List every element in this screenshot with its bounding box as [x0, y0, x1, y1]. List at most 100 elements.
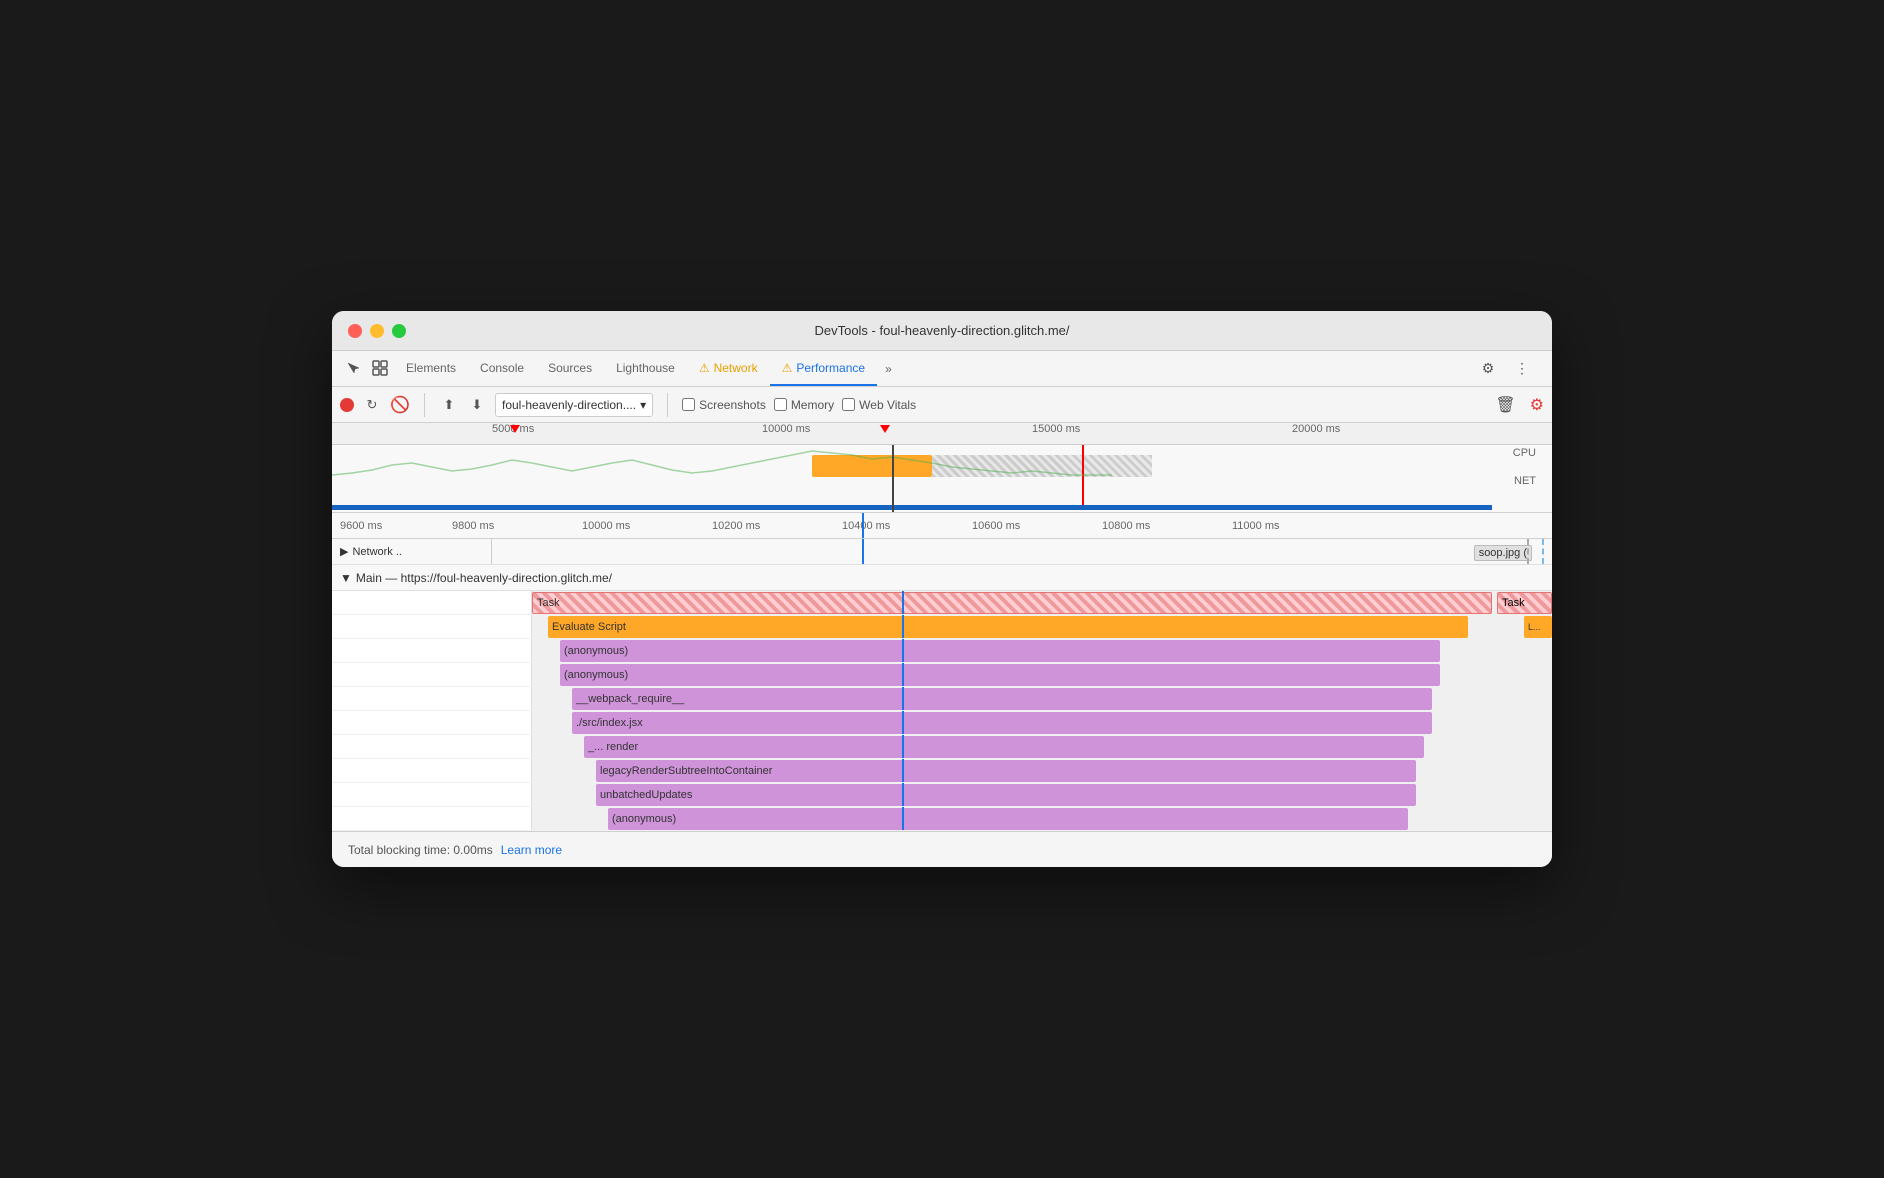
tab-console[interactable]: Console [468, 351, 536, 386]
learn-more-link[interactable]: Learn more [501, 843, 562, 857]
flame-track-evaluate: Evaluate Script L... [532, 615, 1552, 638]
flame-block-evaluate[interactable]: Evaluate Script [548, 616, 1468, 638]
memory-checkbox[interactable] [774, 398, 787, 411]
dashed-2 [1542, 539, 1544, 564]
render-label: _... render [588, 741, 638, 753]
url-select[interactable]: foul-heavenly-direction.... ▾ [495, 393, 653, 417]
unbatched-label: unbatchedUpdates [600, 789, 692, 801]
timeline-overview[interactable]: 5000 ms 10000 ms 15000 ms 20000 ms CPU N… [332, 423, 1552, 513]
flame-row-task[interactable]: Task Task [332, 591, 1552, 615]
tab-lighthouse-label: Lighthouse [616, 361, 675, 375]
flame-label-unbatched [332, 783, 532, 806]
cursor-icon [346, 361, 360, 375]
url-select-chevron-icon: ▾ [640, 398, 646, 412]
flame-label-anon-3 [332, 807, 532, 830]
ruler-mark-15000: 15000 ms [1032, 423, 1080, 435]
titlebar: DevTools - foul-heavenly-direction.glitc… [332, 311, 1552, 351]
minimize-button[interactable] [370, 324, 384, 338]
flame-block-legacy[interactable]: legacyRenderSubtreeIntoContainer [596, 760, 1416, 782]
flame-block-render[interactable]: _... render [584, 736, 1424, 758]
screenshots-label: Screenshots [699, 398, 766, 412]
main-section-toggle[interactable]: ▼ [340, 571, 352, 585]
close-button[interactable] [348, 324, 362, 338]
download-button[interactable]: ⬇ [467, 395, 487, 415]
memory-checkbox-group[interactable]: Memory [774, 398, 834, 412]
tab-more-button[interactable]: » [877, 351, 900, 386]
tab-performance-warning-icon: ⚠ [782, 361, 793, 375]
main-section-label: Main — https://foul-heavenly-direction.g… [356, 571, 612, 585]
dashed-1 [1527, 539, 1529, 564]
ruler-9600: 9600 ms [332, 520, 382, 532]
settings-button[interactable]: ⚙ [1474, 355, 1502, 383]
flame-row-webpack[interactable]: __webpack_require__ [332, 687, 1552, 711]
flame-track-src: ./src/index.jsx [532, 711, 1552, 734]
flame-block-evaluate-mini[interactable]: L... [1524, 616, 1552, 638]
more-options-button[interactable]: ⋮ [1508, 355, 1536, 383]
evaluate-mini-label: L... [1528, 622, 1541, 632]
tab-inspect[interactable] [366, 351, 394, 386]
anon-2-cursor [902, 663, 904, 686]
network-label: ▶ Network .. [332, 539, 492, 564]
flame-block-anon-2[interactable]: (anonymous) [560, 664, 1440, 686]
flame-row-legacy[interactable]: legacyRenderSubtreeIntoContainer [332, 759, 1552, 783]
flame-block-anon-1[interactable]: (anonymous) [560, 640, 1440, 662]
flame-block-task-mini[interactable]: Task [1497, 592, 1552, 614]
webpack-label: __webpack_require__ [576, 693, 684, 705]
flame-label-webpack [332, 687, 532, 710]
flame-row-unbatched[interactable]: unbatchedUpdates [332, 783, 1552, 807]
src-label: ./src/index.jsx [576, 717, 643, 729]
tab-sources[interactable]: Sources [536, 351, 604, 386]
flame-row-render[interactable]: _... render [332, 735, 1552, 759]
web-vitals-checkbox[interactable] [842, 398, 855, 411]
reload-button[interactable]: ↻ [362, 395, 382, 415]
flame-row-anon-1[interactable]: (anonymous) [332, 639, 1552, 663]
flame-block-unbatched[interactable]: unbatchedUpdates [596, 784, 1416, 806]
flame-block-src[interactable]: ./src/index.jsx [572, 712, 1432, 734]
clear-button[interactable]: 🚫 [390, 395, 410, 415]
trash-button[interactable]: 🗑 [1495, 395, 1515, 415]
upload-button[interactable]: ⬆ [439, 395, 459, 415]
tab-lighthouse[interactable]: Lighthouse [604, 351, 687, 386]
tab-network[interactable]: ⚠ Network [687, 351, 770, 386]
flame-row-evaluate[interactable]: Evaluate Script L... [332, 615, 1552, 639]
task-mini-label: Task [1502, 597, 1525, 609]
web-vitals-checkbox-group[interactable]: Web Vitals [842, 398, 916, 412]
task-label: Task [537, 597, 560, 609]
legacy-cursor [902, 759, 904, 782]
flame-row-anon-2[interactable]: (anonymous) [332, 663, 1552, 687]
flame-label-src [332, 711, 532, 734]
screenshots-checkbox-group[interactable]: Screenshots [682, 398, 766, 412]
flame-track-task: Task Task [532, 591, 1552, 614]
flame-block-webpack[interactable]: __webpack_require__ [572, 688, 1432, 710]
tab-cursor[interactable] [340, 351, 366, 386]
ruler-9800: 9800 ms [452, 520, 494, 532]
maximize-button[interactable] [392, 324, 406, 338]
screenshots-checkbox[interactable] [682, 398, 695, 411]
timeline-content[interactable] [332, 445, 1552, 513]
ruler-10000: 10000 ms [582, 520, 630, 532]
network-row: ▶ Network .. soop.jpg ( [332, 539, 1552, 565]
network-track [492, 539, 1552, 564]
flame-track-anon-3: (anonymous) [532, 807, 1552, 830]
render-cursor [902, 735, 904, 758]
flame-row-anon-3[interactable]: (anonymous) [332, 807, 1552, 831]
tab-console-label: Console [480, 361, 524, 375]
main-section-header: ▼ Main — https://foul-heavenly-direction… [332, 565, 1552, 591]
tab-performance[interactable]: ⚠ Performance [770, 351, 877, 386]
tab-elements[interactable]: Elements [394, 351, 468, 386]
memory-label: Memory [791, 398, 834, 412]
settings-gear-button[interactable]: ⚙ [1530, 395, 1544, 415]
flame-rows-container: Task Task Evaluate Script L... [332, 591, 1552, 831]
flame-label-evaluate [332, 615, 532, 638]
network-cursor [862, 539, 864, 564]
flame-track-webpack: __webpack_require__ [532, 687, 1552, 710]
src-cursor [902, 711, 904, 734]
tab-bar: Elements Console Sources Lighthouse ⚠ Ne… [332, 351, 1552, 387]
network-label-text: Network .. [352, 546, 402, 558]
flame-block-task-main[interactable]: Task [532, 592, 1492, 614]
marker-1 [510, 425, 520, 433]
flame-block-anon-3[interactable]: (anonymous) [608, 808, 1408, 830]
network-expand-icon[interactable]: ▶ [340, 545, 348, 558]
record-button[interactable] [340, 398, 354, 412]
flame-row-src[interactable]: ./src/index.jsx [332, 711, 1552, 735]
